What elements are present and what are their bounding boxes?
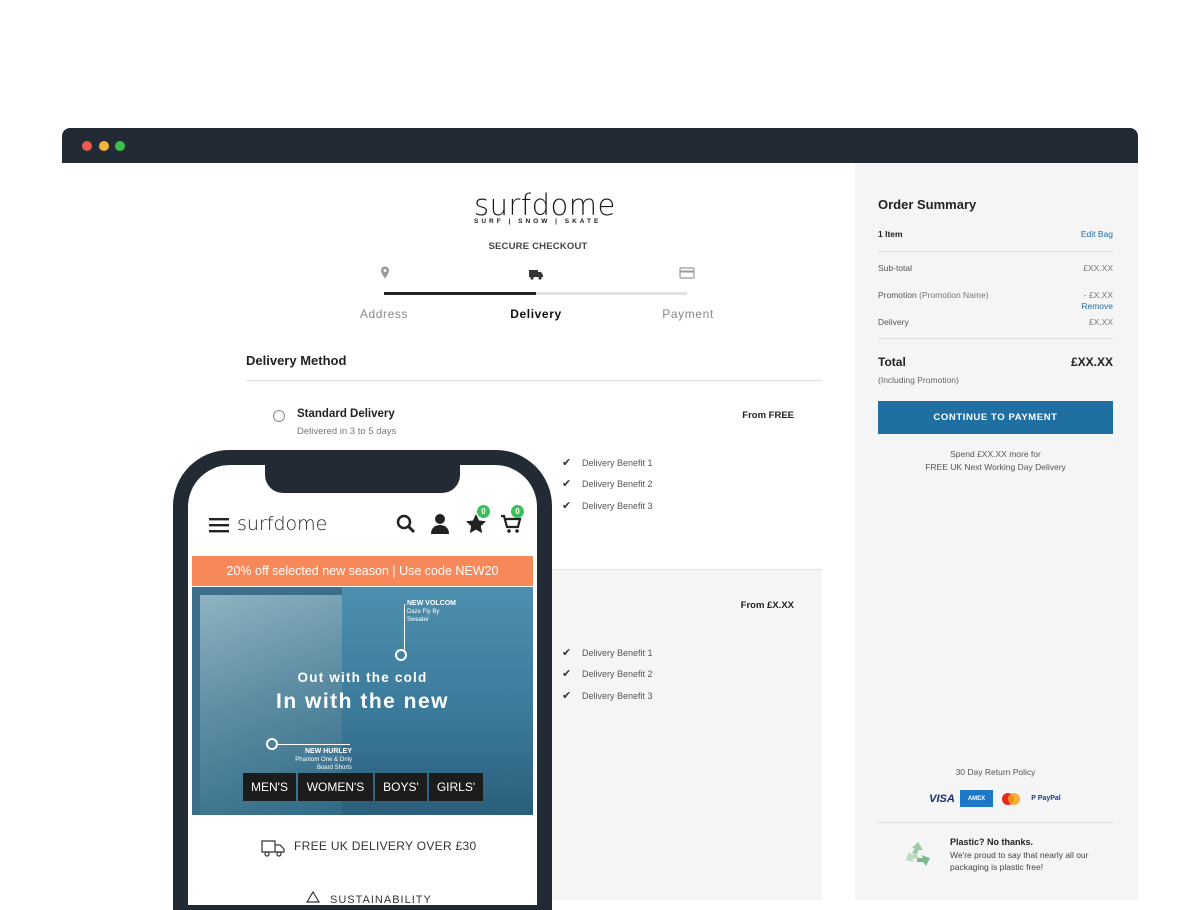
spend-more-line1: Spend £XX.XX more for [950, 449, 1041, 459]
check-icon: ✔ [562, 478, 572, 490]
category-girls[interactable]: GIRLS' [429, 773, 483, 801]
phone-notch [265, 462, 460, 493]
category-boys[interactable]: BOYS' [375, 773, 427, 801]
tag-line [404, 604, 405, 652]
hero-headline-2: In with the new [276, 690, 449, 713]
step-payment[interactable]: Payment [638, 307, 738, 321]
summary-divider [878, 822, 1113, 823]
promotion-value: - £X.XX [1083, 290, 1113, 300]
subtotal-label: Sub-total [878, 263, 913, 273]
amex-logo: AMEX [960, 790, 993, 807]
surfdome-logo[interactable]: surfdome [474, 188, 616, 222]
benefit-item: Delivery Benefit 1 [582, 458, 653, 468]
leaf-icon [305, 891, 321, 903]
plastic-free-title: Plastic? No thanks. [950, 837, 1034, 847]
tag-hurley-title: NEW HURLEY [304, 748, 352, 755]
credit-card-icon [679, 267, 695, 279]
section-divider [246, 380, 822, 381]
tag-hurley-sub2: Board Shorts [316, 765, 352, 771]
delivery-option-2[interactable] [534, 570, 822, 900]
tag-volcom-sub2: Sweater [407, 617, 430, 623]
check-icon: ✔ [562, 500, 572, 512]
category-mens[interactable]: MEN'S [243, 773, 296, 801]
delivery-value: £X.XX [1088, 317, 1113, 327]
recycle-icon [906, 842, 930, 866]
total-label: Total [878, 355, 906, 369]
hotspot-volcom[interactable] [395, 649, 407, 661]
benefit-item: Delivery Benefit 3 [582, 691, 653, 701]
hotspot-hurley[interactable] [266, 738, 278, 750]
promotion-label-text: Promotion [878, 290, 917, 300]
remove-promotion-link[interactable]: Remove [993, 301, 1113, 311]
hero-headline-1: Out with the cold [297, 670, 428, 685]
category-womens[interactable]: WOMEN'S [298, 773, 373, 801]
standard-delivery-eta: Delivered in 3 to 5 days [297, 426, 397, 437]
subtotal-value: £XX.XX [1083, 263, 1113, 273]
return-policy: 30 Day Return Policy [955, 767, 1036, 777]
tag-hurley-sub1: Phantom One & Only [295, 757, 352, 763]
plastic-free-text: We're proud to say that nearly all our p… [950, 850, 1089, 872]
promotion-name: (Promotion Name) [919, 290, 989, 300]
check-icon: ✔ [562, 457, 572, 469]
order-summary-title: Order Summary [878, 197, 977, 212]
standard-delivery-radio[interactable] [273, 410, 285, 422]
benefit-item: Delivery Benefit 3 [582, 501, 653, 511]
tag-line [278, 744, 350, 745]
sustainability-link[interactable]: SUSTAINABILITY [330, 894, 432, 906]
edit-bag-link[interactable]: Edit Bag [993, 229, 1113, 239]
check-icon: ✔ [562, 690, 572, 702]
wishlist-count-badge: 0 [477, 505, 490, 518]
logo-tagline: SURF | SNOW | SKATE [474, 218, 602, 225]
tag-volcom: NEW VOLCOM Daze Fly By Sweater [407, 600, 456, 624]
delivery-truck-icon [261, 840, 285, 857]
check-icon: ✔ [562, 647, 572, 659]
benefit-item: Delivery Benefit 2 [582, 479, 653, 489]
delivery-label: Delivery [878, 317, 909, 327]
free-delivery-banner[interactable]: FREE UK DELIVERY OVER £30 [294, 839, 476, 853]
standard-delivery-price: From FREE [742, 410, 794, 421]
step-address[interactable]: Address [334, 307, 434, 321]
summary-divider [878, 338, 1113, 339]
window-close-dot[interactable] [82, 141, 92, 151]
option-2-price: From £X.XX [740, 600, 794, 611]
total-note: (Including Promotion) [878, 375, 959, 385]
summary-divider [878, 251, 1113, 252]
cart-count-badge: 0 [511, 505, 524, 518]
spend-more-line2: FREE UK Next Working Day Delivery [925, 462, 1066, 472]
option-divider [534, 569, 822, 570]
search-icon[interactable] [396, 514, 416, 534]
account-icon[interactable] [430, 513, 450, 535]
benefit-item: Delivery Benefit 1 [582, 648, 653, 658]
standard-delivery-name: Standard Delivery [297, 408, 395, 420]
promo-banner[interactable]: 20% off selected new season | Use code N… [192, 556, 533, 586]
truck-icon [529, 270, 543, 280]
mobile-surfdome-logo[interactable]: surfdome [237, 513, 327, 535]
mastercard-icon [1002, 792, 1020, 805]
tag-hurley: NEW HURLEY Phantom One & Only Board Shor… [288, 748, 352, 772]
hamburger-menu-icon[interactable] [209, 518, 229, 533]
tag-volcom-title: NEW VOLCOM [407, 600, 456, 607]
window-maximize-dot[interactable] [115, 141, 125, 151]
check-icon: ✔ [562, 668, 572, 680]
map-pin-icon [381, 266, 389, 279]
tag-volcom-sub1: Daze Fly By [407, 609, 440, 615]
delivery-method-title: Delivery Method [246, 353, 347, 368]
step-delivery[interactable]: Delivery [486, 307, 586, 321]
window-minimize-dot[interactable] [99, 141, 109, 151]
mastercard-logo [996, 790, 1026, 807]
item-count: 1 Item [878, 229, 903, 239]
secure-checkout-label: SECURE CHECKOUT [488, 241, 588, 252]
paypal-logo: P PayPal [1031, 795, 1061, 802]
benefit-item: Delivery Benefit 2 [582, 669, 653, 679]
checkout-progress-fill [384, 292, 536, 295]
visa-logo: VISA [929, 792, 955, 805]
continue-to-payment-button[interactable]: CONTINUE TO PAYMENT [878, 401, 1113, 434]
browser-title-bar [62, 128, 1138, 163]
total-value: £XX.XX [1070, 355, 1113, 369]
promotion-label: Promotion (Promotion Name) [878, 290, 989, 300]
